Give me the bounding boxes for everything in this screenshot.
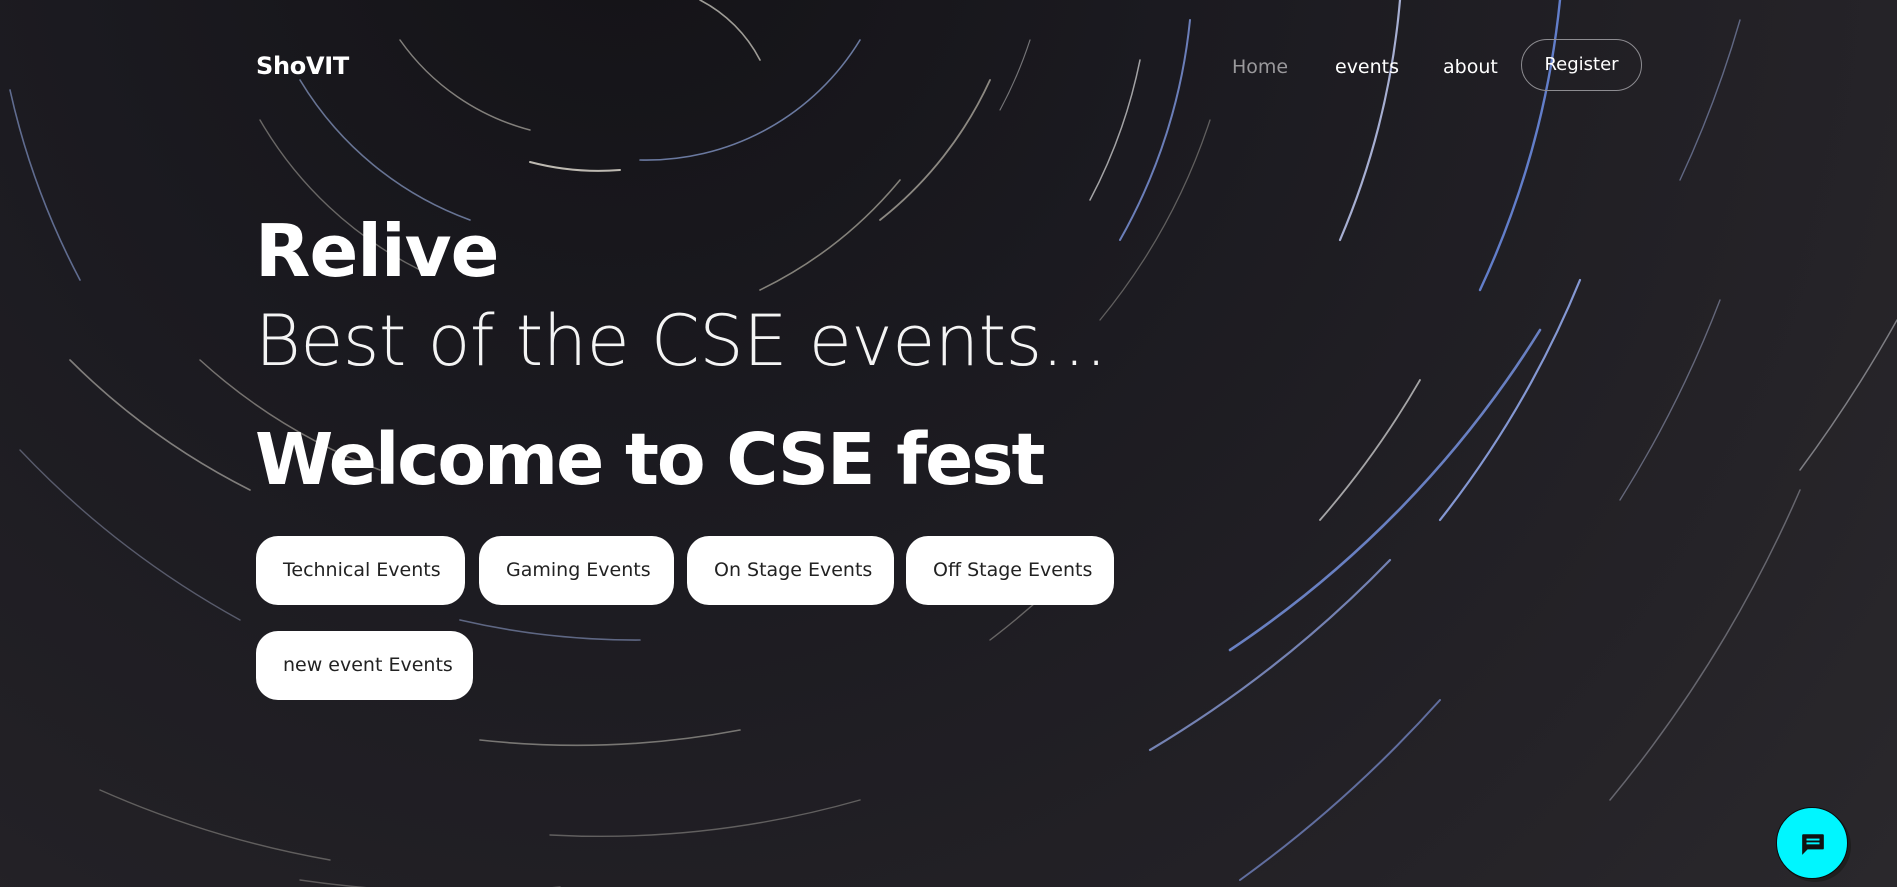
top-navigation: ShoVIT Home events about Register bbox=[0, 0, 1897, 130]
hero-subheading: Best of the CSE events... bbox=[255, 300, 1107, 382]
brand-logo[interactable]: ShoVIT bbox=[256, 52, 349, 80]
nav-link-home[interactable]: Home bbox=[1232, 56, 1288, 78]
hero-welcome-heading: Welcome to CSE fest bbox=[255, 418, 1045, 501]
chat-icon bbox=[1802, 834, 1824, 855]
hero-heading-relive: Relive bbox=[255, 209, 499, 293]
on-stage-events-button[interactable]: On Stage Events bbox=[687, 536, 894, 605]
nav-link-events[interactable]: events bbox=[1335, 56, 1399, 78]
technical-events-button[interactable]: Technical Events bbox=[256, 536, 465, 605]
chat-button[interactable] bbox=[1776, 807, 1848, 879]
off-stage-events-button[interactable]: Off Stage Events bbox=[906, 536, 1114, 605]
nav-link-about[interactable]: about bbox=[1443, 56, 1498, 78]
new-event-events-button[interactable]: new event Events bbox=[256, 631, 473, 700]
gaming-events-button[interactable]: Gaming Events bbox=[479, 536, 674, 605]
register-button[interactable]: Register bbox=[1521, 39, 1642, 91]
